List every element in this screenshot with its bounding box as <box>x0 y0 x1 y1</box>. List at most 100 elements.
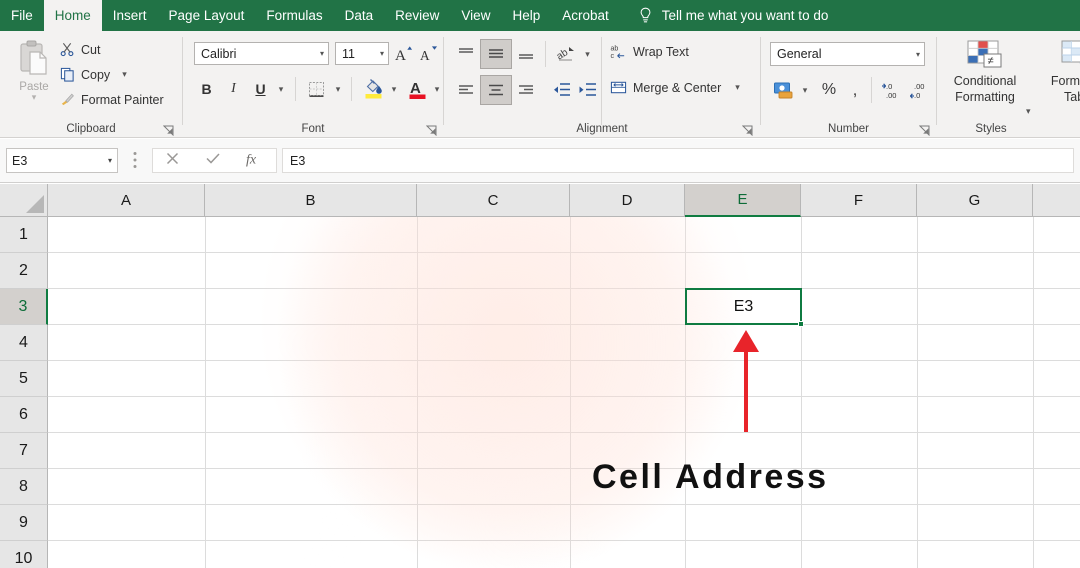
clipboard-dialog-launcher[interactable] <box>163 123 174 134</box>
format-painter-button[interactable]: Format Painter <box>60 92 164 107</box>
align-center-button[interactable] <box>480 75 512 105</box>
selected-cell-e3[interactable]: E3 <box>685 288 802 325</box>
number-format-select[interactable]: General ▾ <box>770 42 925 66</box>
dialog-launcher-icon <box>426 125 437 136</box>
paste-button[interactable]: Paste ▾ <box>10 39 58 123</box>
row-header-6[interactable]: 6 <box>0 397 48 433</box>
enter-button[interactable] <box>205 151 221 170</box>
alignment-dialog-launcher[interactable] <box>742 123 753 134</box>
align-middle-button[interactable] <box>480 39 512 69</box>
tab-help[interactable]: Help <box>501 0 551 31</box>
dialog-launcher-icon <box>742 125 753 136</box>
gridline <box>48 540 1080 541</box>
column-header-label: F <box>854 192 863 209</box>
column-header-d[interactable]: D <box>570 184 685 217</box>
row-header-label: 9 <box>19 514 28 532</box>
increase-indent-button[interactable] <box>576 78 600 102</box>
comma-style-button[interactable]: ‚ <box>845 77 865 103</box>
tell-me-search[interactable]: Tell me what you want to do <box>620 0 839 31</box>
conditional-formatting-chevron-down-icon[interactable]: ▾ <box>1026 106 1031 117</box>
row-header-9[interactable]: 9 <box>0 505 48 541</box>
borders-chevron-down-icon[interactable]: ▾ <box>330 78 346 100</box>
row-header-8[interactable]: 8 <box>0 469 48 505</box>
conditional-formatting-button[interactable]: ≠ Conditional Formatting <box>943 39 1027 105</box>
align-left-button[interactable] <box>454 79 478 101</box>
row-header-1[interactable]: 1 <box>0 217 48 253</box>
row-header-10[interactable]: 10 <box>0 541 48 568</box>
percent-style-button[interactable]: % <box>817 77 841 103</box>
increase-decimal-icon: .0 .00 <box>881 79 903 101</box>
tab-acrobat[interactable]: Acrobat <box>551 0 620 31</box>
formula-bar-more-options[interactable] <box>133 151 137 169</box>
gridline <box>801 217 802 568</box>
format-as-table-button[interactable]: Format as Table <box>1037 39 1080 105</box>
formula-input[interactable]: E3 <box>282 148 1074 173</box>
tab-home[interactable]: Home <box>44 0 102 31</box>
column-header-e[interactable]: E <box>685 184 801 217</box>
tab-file[interactable]: File <box>0 0 44 31</box>
column-header-h-partial[interactable] <box>1033 184 1080 217</box>
cut-button[interactable]: Cut <box>60 42 100 57</box>
orientation-chevron-down-icon[interactable]: ▾ <box>580 43 595 65</box>
column-header-b[interactable]: B <box>205 184 417 217</box>
merge-and-center-label: Merge & Center <box>633 81 721 95</box>
decrease-font-size-button[interactable]: A <box>417 42 440 65</box>
accounting-format-button[interactable] <box>770 77 796 103</box>
copy-chevron-down-icon[interactable]: ▾ <box>122 69 127 80</box>
row-header-2[interactable]: 2 <box>0 253 48 289</box>
orientation-button[interactable]: ab <box>554 42 578 66</box>
italic-label: I <box>231 81 236 97</box>
tab-view[interactable]: View <box>450 0 501 31</box>
name-box[interactable]: E3 ▾ <box>6 148 118 173</box>
column-header-f[interactable]: F <box>801 184 917 217</box>
underline-button[interactable]: U <box>250 78 271 100</box>
tab-view-label: View <box>461 8 490 23</box>
cancel-button[interactable] <box>165 151 180 170</box>
excel-window: File Home Insert Page Layout Formulas Da… <box>0 0 1080 568</box>
column-header-a[interactable]: A <box>48 184 205 217</box>
underline-chevron-down-icon[interactable]: ▾ <box>273 78 289 100</box>
format-as-table-icon <box>1059 39 1080 73</box>
bold-button[interactable]: B <box>196 78 217 100</box>
format-painter-label: Format Painter <box>81 93 164 107</box>
increase-decimal-button[interactable]: .0 .00 <box>879 77 905 103</box>
borders-button[interactable] <box>305 78 327 100</box>
row-header-3[interactable]: 3 <box>0 289 48 325</box>
copy-button[interactable]: Copy ▾ <box>60 67 127 82</box>
fill-color-button[interactable] <box>361 76 385 102</box>
alignment-group-label: Alignment <box>444 123 760 135</box>
decrease-indent-button[interactable] <box>550 78 574 102</box>
fill-handle[interactable] <box>798 321 804 327</box>
row-header-7[interactable]: 7 <box>0 433 48 469</box>
column-header-g[interactable]: G <box>917 184 1033 217</box>
font-dialog-launcher[interactable] <box>426 123 437 134</box>
align-top-button[interactable] <box>454 43 478 65</box>
ribbon: Paste ▾ Cut Copy ▾ <box>0 31 1080 138</box>
align-right-button[interactable] <box>514 79 538 101</box>
increase-font-size-button[interactable]: A <box>392 42 415 65</box>
accounting-chevron-down-icon[interactable]: ▾ <box>798 79 812 101</box>
select-all-corner[interactable] <box>0 184 48 217</box>
tab-insert[interactable]: Insert <box>102 0 158 31</box>
gridline <box>1033 217 1034 568</box>
merge-chevron-down-icon[interactable]: ▾ <box>735 82 740 93</box>
merge-and-center-button[interactable]: Merge & Center ▾ <box>610 79 740 96</box>
tab-data[interactable]: Data <box>334 0 385 31</box>
wrap-text-button[interactable]: ab c Wrap Text <box>610 43 689 60</box>
fill-color-chevron-down-icon[interactable]: ▾ <box>386 78 402 100</box>
insert-function-button[interactable]: fx <box>246 150 264 171</box>
svg-text:.00: .00 <box>914 82 924 91</box>
font-color-button[interactable]: A <box>405 76 429 102</box>
font-size-select[interactable]: 11 ▾ <box>335 42 389 65</box>
tab-formulas[interactable]: Formulas <box>255 0 333 31</box>
decrease-decimal-button[interactable]: .00 .0 <box>907 77 933 103</box>
tab-review[interactable]: Review <box>384 0 450 31</box>
italic-button[interactable]: I <box>223 78 244 100</box>
column-header-c[interactable]: C <box>417 184 570 217</box>
font-family-select[interactable]: Calibri ▾ <box>194 42 329 65</box>
row-header-5[interactable]: 5 <box>0 361 48 397</box>
align-bottom-button[interactable] <box>514 43 538 65</box>
paste-chevron-down-icon[interactable]: ▾ <box>32 92 37 103</box>
row-header-4[interactable]: 4 <box>0 325 48 361</box>
tab-page-layout[interactable]: Page Layout <box>158 0 256 31</box>
